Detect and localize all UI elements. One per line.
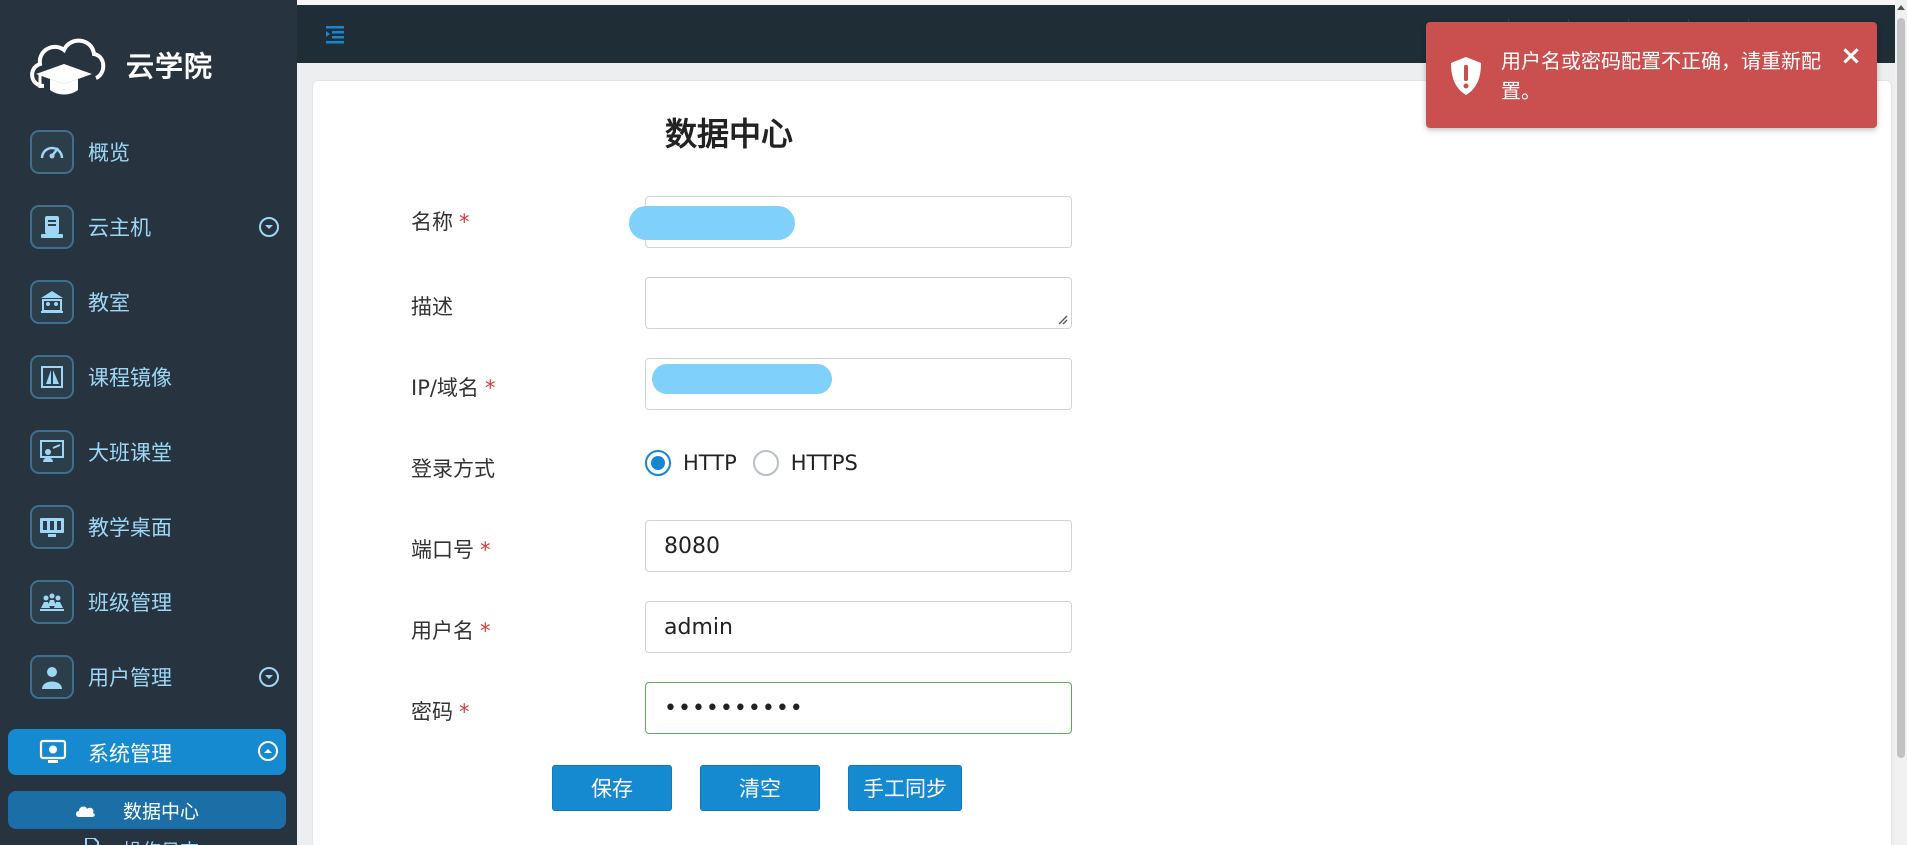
sidebar-item-label: 云主机 xyxy=(88,216,151,240)
sidebar-subitem-label: 数据中心 xyxy=(123,800,200,823)
required-mark: * xyxy=(480,619,491,643)
sidebar-item-overview[interactable]: 概览 xyxy=(0,124,297,180)
cloud-graduation-logo-icon xyxy=(30,38,106,95)
chevron-down-icon[interactable] xyxy=(259,217,279,237)
sidebar-item-system-management[interactable]: 系统管理 xyxy=(8,729,286,775)
sidebar-subitem-operation-log[interactable]: 操作日志 xyxy=(8,838,286,845)
sidebar-item-label: 系统管理 xyxy=(88,742,172,766)
save-button[interactable]: 保存 xyxy=(552,765,672,811)
port-label: 端口号 * xyxy=(411,538,491,562)
resize-grip-icon[interactable] xyxy=(1056,313,1068,325)
clear-button[interactable]: 清空 xyxy=(700,765,820,811)
sidebar-item-teaching-desktop[interactable]: 教学桌面 xyxy=(0,499,297,555)
system-settings-icon xyxy=(38,737,68,767)
document-icon xyxy=(85,838,99,845)
ip-label: IP/域名 * xyxy=(411,376,496,400)
login-method-label: 登录方式 xyxy=(411,457,495,481)
sidebar-item-label: 教学桌面 xyxy=(88,516,172,540)
password-label: 密码 * xyxy=(411,700,470,724)
chevron-up-icon[interactable] xyxy=(258,741,278,761)
lecture-icon xyxy=(30,430,74,474)
name-label: 名称 * xyxy=(411,210,470,234)
sidebar-toggle-icon[interactable] xyxy=(324,23,346,45)
toast-message: 用户名或密码配置不正确，请重新配置。 xyxy=(1501,49,1821,103)
sidebar-item-label: 大班课堂 xyxy=(88,441,172,465)
app-window: 云学院 概览 云主机 教室 课程镜像 大班课堂 教学桌面 班级管理 用户管理 系… xyxy=(0,0,1907,845)
required-mark: * xyxy=(459,210,470,234)
shield-alert-icon xyxy=(1451,57,1481,95)
login-method-radio-group: HTTP HTTPS xyxy=(645,447,874,479)
user-icon xyxy=(30,655,74,699)
image-icon xyxy=(30,355,74,399)
sidebar-item-course-image[interactable]: 课程镜像 xyxy=(0,349,297,405)
page-title: 数据中心 xyxy=(665,115,794,153)
required-mark: * xyxy=(484,376,496,400)
username-label: 用户名 * xyxy=(411,619,491,643)
port-input[interactable]: 8080 xyxy=(645,520,1072,572)
vertical-scrollbar[interactable] xyxy=(1895,0,1907,845)
http-radio[interactable] xyxy=(645,450,671,476)
sidebar-subitem-data-center[interactable]: 数据中心 xyxy=(8,791,286,829)
server-icon xyxy=(30,205,74,249)
sidebar-item-label: 班级管理 xyxy=(88,591,172,615)
sidebar-item-label: 用户管理 xyxy=(88,666,172,690)
sidebar-subitem-label: 操作日志 xyxy=(123,836,199,845)
error-toast: 用户名或密码配置不正确，请重新配置。 × xyxy=(1426,22,1877,128)
sidebar-item-cloud-host[interactable]: 云主机 xyxy=(0,199,297,255)
brand: 云学院 xyxy=(26,30,213,100)
classroom-icon xyxy=(30,280,74,324)
manual-sync-button[interactable]: 手工同步 xyxy=(848,765,962,811)
sidebar-item-classroom[interactable]: 教室 xyxy=(0,274,297,330)
sidebar: 云学院 概览 云主机 教室 课程镜像 大班课堂 教学桌面 班级管理 用户管理 系… xyxy=(0,0,297,845)
desktop-icon xyxy=(30,505,74,549)
form-actions: 保存 清空 手工同步 xyxy=(552,765,962,811)
data-center-panel: 数据中心 名称 * 描述 IP/域名 * 登录方式 HTTP HTTPS 端口号… xyxy=(312,80,1892,845)
redaction-mark xyxy=(652,364,832,394)
password-input[interactable]: •••••••••• xyxy=(645,682,1072,734)
sidebar-item-label: 概览 xyxy=(88,141,130,165)
username-input[interactable]: admin xyxy=(645,601,1072,653)
close-icon[interactable]: × xyxy=(1839,43,1863,69)
https-radio[interactable] xyxy=(752,450,779,476)
http-radio-label[interactable]: HTTP xyxy=(683,451,737,475)
required-mark: * xyxy=(480,538,491,562)
sidebar-item-label: 课程镜像 xyxy=(88,366,172,390)
sidebar-item-class-management[interactable]: 班级管理 xyxy=(0,574,297,630)
scroll-up-arrow-icon[interactable] xyxy=(1897,4,1905,12)
description-label: 描述 xyxy=(411,295,453,319)
description-textarea[interactable] xyxy=(645,277,1072,329)
required-mark: * xyxy=(459,700,470,724)
chevron-down-icon[interactable] xyxy=(259,667,279,687)
scrollbar-thumb[interactable] xyxy=(1897,18,1905,758)
sidebar-item-lecture[interactable]: 大班课堂 xyxy=(0,424,297,480)
https-radio-label[interactable]: HTTPS xyxy=(791,451,858,475)
class-group-icon xyxy=(30,580,74,624)
dashboard-gauge-icon xyxy=(30,130,74,174)
sidebar-item-label: 教室 xyxy=(88,291,130,315)
brand-name: 云学院 xyxy=(126,50,214,83)
cloud-icon xyxy=(76,806,95,817)
redaction-mark xyxy=(629,206,795,240)
sidebar-item-user-management[interactable]: 用户管理 xyxy=(0,649,297,705)
